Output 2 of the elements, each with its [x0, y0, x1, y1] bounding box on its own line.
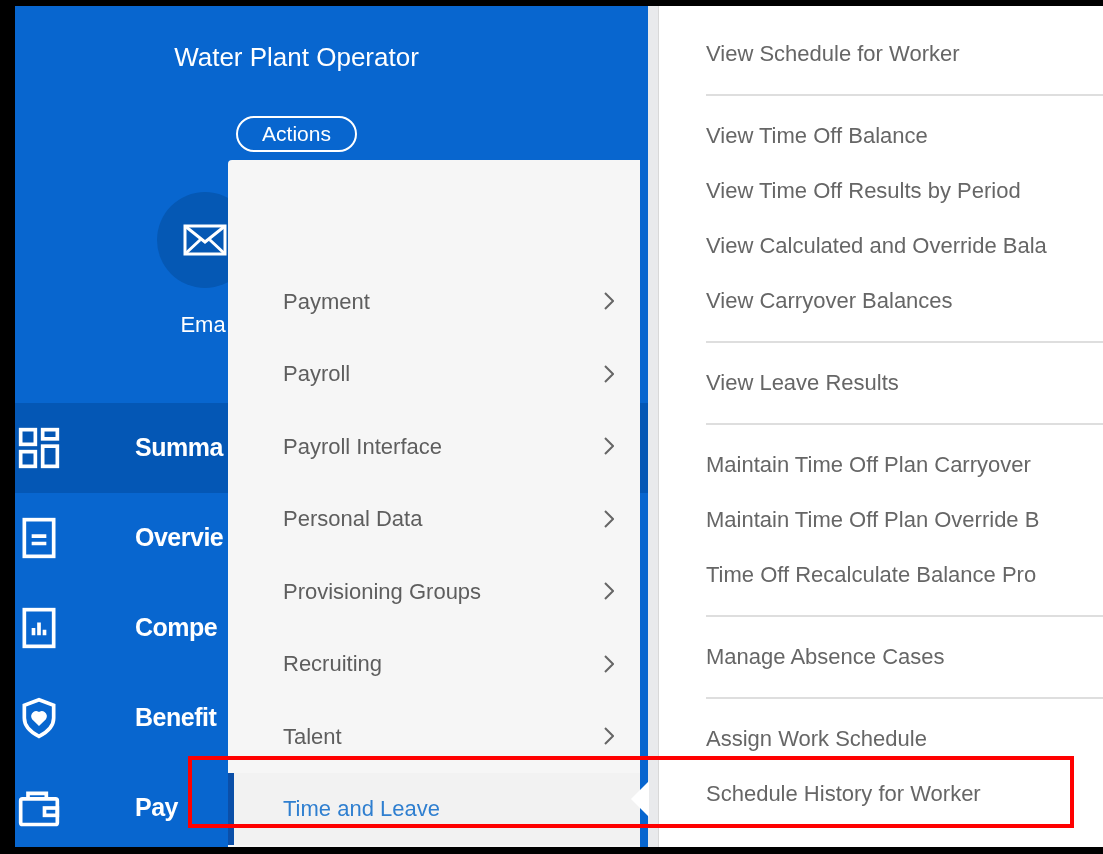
- email-label: Ema: [180, 310, 226, 339]
- job-title: Water Plant Operator: [174, 41, 419, 74]
